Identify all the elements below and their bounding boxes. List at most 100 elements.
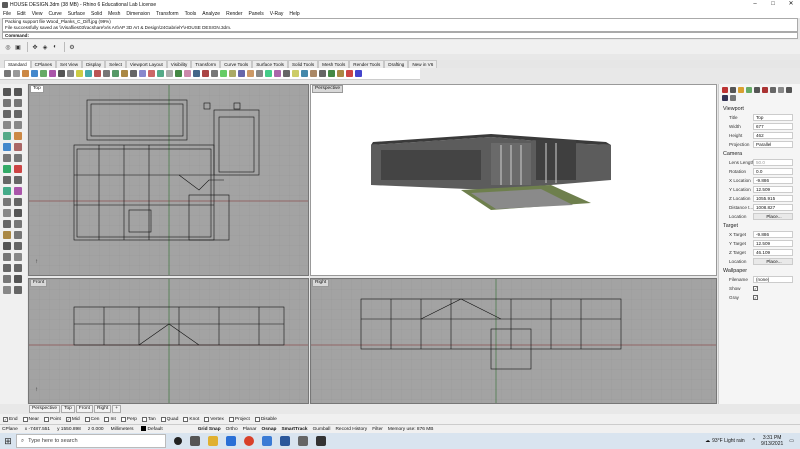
status-toggle-ortho[interactable]: Ortho	[226, 427, 238, 432]
toolbar-tool-icon[interactable]	[175, 70, 182, 77]
toolbar-tool-icon[interactable]	[67, 70, 74, 77]
toolbar-tool-icon[interactable]	[274, 70, 281, 77]
panel-tab-icon[interactable]	[730, 87, 736, 93]
osnap-checkbox[interactable]	[43, 416, 49, 422]
left-tool-icon[interactable]	[3, 143, 11, 151]
menu-dimension[interactable]: Dimension	[126, 11, 150, 17]
left-tool-icon[interactable]	[14, 110, 22, 118]
osnap-quad[interactable]: Quad	[160, 416, 178, 422]
toolbar-tool-icon[interactable]	[148, 70, 155, 77]
status-toggle-gumball[interactable]: Gumball	[313, 427, 331, 432]
osnap-checkbox[interactable]	[254, 416, 260, 422]
toolbar-tool-icon[interactable]	[328, 70, 335, 77]
rhino-taskbar-icon[interactable]	[298, 436, 308, 446]
property-value[interactable]: 46.109	[753, 249, 793, 256]
toolbar-tool-icon[interactable]	[22, 70, 29, 77]
property-value[interactable]: -9.886	[753, 177, 793, 184]
property-value[interactable]: Parallel	[753, 141, 793, 148]
osnap-checkbox[interactable]	[204, 416, 210, 422]
tab-new-in-v6[interactable]: New in V6	[408, 60, 438, 68]
panel-tab-icon[interactable]	[770, 87, 776, 93]
left-tool-icon[interactable]	[14, 209, 22, 217]
left-tool-icon[interactable]	[3, 88, 11, 96]
property-value[interactable]: 1008.827	[753, 204, 793, 211]
tab-solid-tools[interactable]: Solid Tools	[287, 60, 319, 68]
osnap-perp[interactable]: Perp	[120, 416, 137, 422]
panel-tab-icon[interactable]	[754, 87, 760, 93]
osnap-mid[interactable]: ✓ Mid	[65, 416, 80, 422]
toolbar-tool-icon[interactable]	[247, 70, 254, 77]
osnap-checkbox[interactable]	[228, 416, 234, 422]
osnap-knot[interactable]: Knot	[183, 416, 199, 422]
vray-taskbar-icon[interactable]	[316, 436, 326, 446]
save-icon[interactable]: ▣	[14, 43, 22, 51]
toolbar-tool-icon[interactable]	[346, 70, 353, 77]
wallpaper-checkbox[interactable]: ✓	[753, 286, 758, 291]
left-tool-icon[interactable]	[14, 275, 22, 283]
menu-transform[interactable]: Transform	[156, 11, 179, 17]
toolbar-tool-icon[interactable]	[76, 70, 83, 77]
viewport-tab-right[interactable]: Right	[94, 405, 112, 413]
left-tool-icon[interactable]	[3, 176, 11, 184]
left-tool-icon[interactable]	[14, 264, 22, 272]
left-tool-icon[interactable]	[14, 286, 22, 294]
left-tool-icon[interactable]	[3, 231, 11, 239]
toolbar-tool-icon[interactable]	[310, 70, 317, 77]
tab-cplanes[interactable]: CPlanes	[30, 60, 57, 68]
chevron-up-icon[interactable]: ^	[753, 438, 755, 444]
place-button[interactable]: Place...	[753, 258, 793, 265]
property-value[interactable]: 677	[753, 123, 793, 130]
left-tool-icon[interactable]	[14, 99, 22, 107]
property-value[interactable]: Top	[753, 114, 793, 121]
command-input[interactable]: Command:	[2, 32, 798, 39]
layers-icon[interactable]: ◈	[41, 43, 49, 51]
toolbar-tool-icon[interactable]	[94, 70, 101, 77]
property-value[interactable]: -9.886	[753, 231, 793, 238]
status-toggle-planar[interactable]: Planar	[243, 427, 257, 432]
osnap-checkbox[interactable]	[84, 416, 90, 422]
menu-surface[interactable]: Surface	[68, 11, 85, 17]
toolbar-tool-icon[interactable]	[202, 70, 209, 77]
panel-tab-icon[interactable]	[722, 95, 728, 101]
windows-icon[interactable]: ⊞	[0, 433, 16, 449]
left-tool-icon[interactable]	[3, 165, 11, 173]
clock[interactable]: 3:31 PM 9/13/2021	[761, 435, 783, 447]
toolbar-tool-icon[interactable]	[319, 70, 326, 77]
left-tool-icon[interactable]	[14, 121, 22, 129]
outlook-icon[interactable]	[262, 436, 272, 446]
toolbar-tool-icon[interactable]	[85, 70, 92, 77]
left-tool-icon[interactable]	[3, 198, 11, 206]
viewport-label-front[interactable]: Front	[30, 279, 48, 287]
add-viewport-tab-button[interactable]: +	[112, 405, 122, 413]
toolbar-tool-icon[interactable]	[13, 70, 20, 77]
tab-transform[interactable]: Transform	[191, 60, 221, 68]
status-toggle-osnap[interactable]: Osnap	[262, 427, 277, 432]
left-tool-icon[interactable]	[14, 176, 22, 184]
minimize-button[interactable]: –	[746, 0, 764, 9]
menu-file[interactable]: File	[3, 11, 11, 17]
osnap-tan[interactable]: Tan	[141, 416, 156, 422]
osnap-near[interactable]: Near	[22, 416, 39, 422]
osnap-checkbox[interactable]	[120, 416, 126, 422]
menu-render[interactable]: Render	[226, 11, 242, 17]
property-value[interactable]: (none)	[753, 276, 793, 283]
weather-text[interactable]: 93°F Light rain	[712, 438, 745, 444]
viewport-tab-front[interactable]: Front	[75, 405, 93, 413]
toolbar-tool-icon[interactable]	[337, 70, 344, 77]
toolbar-tool-icon[interactable]	[58, 70, 65, 77]
left-tool-icon[interactable]	[3, 187, 11, 195]
left-tool-icon[interactable]	[3, 253, 11, 261]
tab-curve-tools[interactable]: Curve Tools	[220, 60, 253, 68]
new-file-icon[interactable]: ◎	[4, 43, 12, 51]
left-tool-icon[interactable]	[3, 220, 11, 228]
status-toggle-grid-snap[interactable]: Grid Snap	[198, 427, 221, 432]
tab-set-view[interactable]: Set View	[56, 60, 83, 68]
osnap-int[interactable]: Int	[104, 416, 116, 422]
left-tool-icon[interactable]	[14, 143, 22, 151]
close-button[interactable]: ✕	[782, 0, 800, 9]
tab-display[interactable]: Display	[82, 60, 106, 68]
word-icon[interactable]	[280, 436, 290, 446]
toolbar-tool-icon[interactable]	[49, 70, 56, 77]
toolbar-tool-icon[interactable]	[139, 70, 146, 77]
property-value[interactable]: 12.509	[753, 240, 793, 247]
